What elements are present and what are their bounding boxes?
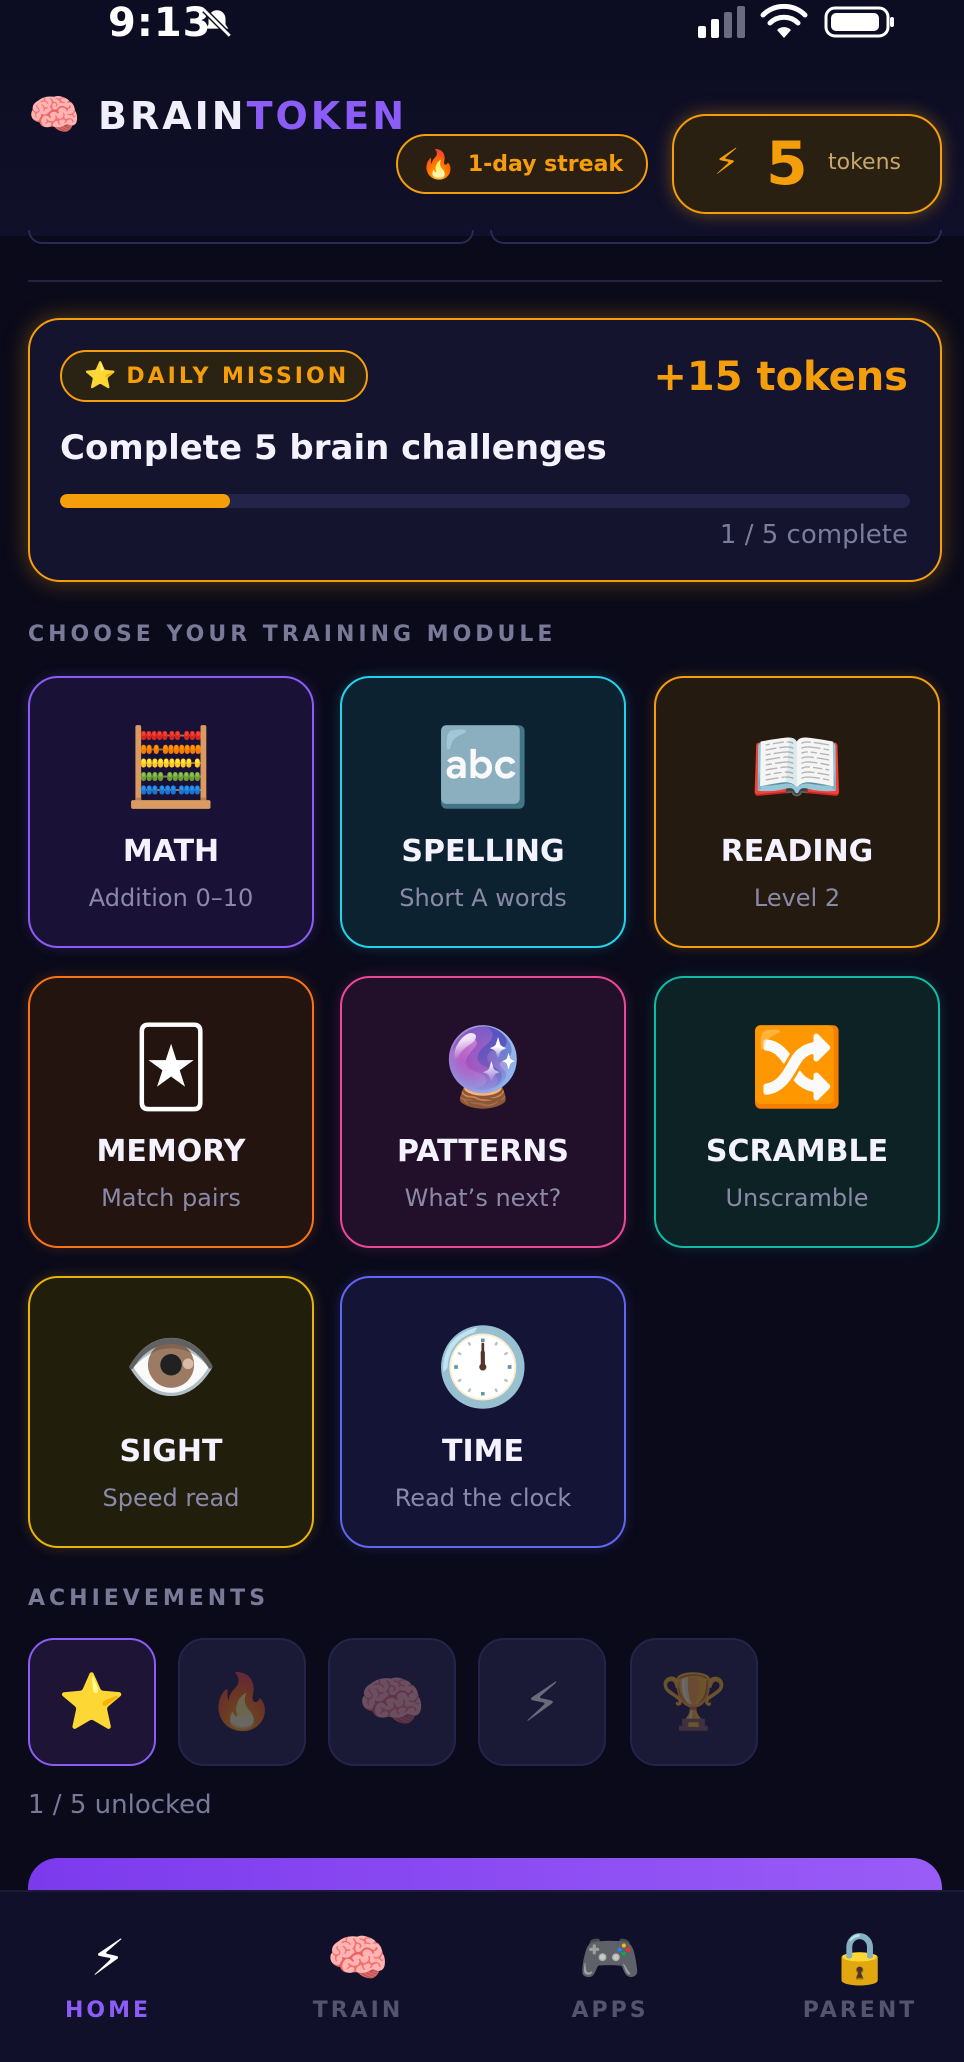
lightning-icon: ⚡: [523, 1670, 561, 1734]
achievements-heading: ACHIEVEMENTS: [28, 1586, 270, 1611]
module-subtitle: Match pairs: [101, 1184, 241, 1212]
logo-text-token: TOKEN: [246, 94, 408, 138]
joker-card-icon: 🃏: [132, 1022, 210, 1111]
tab-label: HOME: [64, 1998, 152, 2023]
cellular-signal-icon: [698, 6, 745, 38]
status-bar: 9:13: [0, 0, 964, 48]
achievement-brain[interactable]: 🧠: [328, 1638, 456, 1766]
clock-icon: 🕛: [435, 1322, 531, 1411]
crystal-ball-icon: 🔮: [435, 1022, 531, 1111]
token-label: tokens: [828, 150, 901, 175]
module-subtitle: Level 2: [753, 884, 841, 912]
open-book-icon: 📖: [749, 722, 845, 811]
brain-icon: 🧠: [358, 1670, 426, 1733]
module-name: SCRAMBLE: [705, 1134, 889, 1169]
streak-label: 1-day streak: [467, 151, 624, 177]
achievement-star[interactable]: ⭐: [28, 1638, 156, 1766]
tab-label: PARENT: [802, 1998, 918, 2023]
module-subtitle: Read the clock: [394, 1484, 572, 1512]
achievement-lightning[interactable]: ⚡: [478, 1638, 606, 1766]
wifi-icon: [760, 4, 808, 38]
eye-icon: 👁️: [123, 1322, 219, 1411]
module-card-time[interactable]: 🕛 TIME Read the clock: [340, 1276, 626, 1548]
bell-muted-icon: [202, 8, 232, 38]
achievement-trophy[interactable]: 🏆: [630, 1638, 758, 1766]
fire-icon: 🔥: [420, 147, 456, 181]
star-icon: ⭐: [58, 1670, 126, 1733]
module-card-memory[interactable]: 🃏 MEMORY Match pairs: [28, 976, 314, 1248]
mission-reward: +15 tokens: [653, 354, 908, 400]
token-balance[interactable]: ⚡ 5 tokens: [672, 114, 942, 214]
module-name: READING: [720, 834, 874, 869]
app-logo: BRAINTOKEN: [98, 92, 407, 140]
shuffle-icon: 🔀: [749, 1022, 845, 1111]
tab-parent[interactable]: 🔒 PARENT: [760, 1928, 960, 2023]
mission-progress-bar: [60, 494, 910, 508]
tab-label: TRAIN: [312, 1998, 404, 2023]
module-name: SIGHT: [119, 1434, 223, 1469]
scrolled-card-edge: [490, 230, 942, 244]
module-name: PATTERNS: [396, 1134, 570, 1169]
scrolled-card-edge: [28, 230, 474, 244]
mission-progress-fill: [60, 494, 230, 508]
fire-icon: 🔥: [208, 1670, 276, 1733]
tab-train[interactable]: 🧠 TRAIN: [258, 1928, 458, 2023]
status-time: 9:13: [108, 0, 212, 46]
abc-icon: 🔤: [435, 722, 531, 811]
lightning-icon: ⚡: [714, 142, 740, 183]
battery-icon: [824, 6, 894, 38]
module-subtitle: Addition 0–10: [88, 884, 254, 912]
streak-badge[interactable]: 🔥 1-day streak: [396, 134, 648, 194]
token-count: 5: [766, 129, 808, 199]
tab-apps[interactable]: 🎮 APPS: [510, 1928, 710, 2023]
tab-label: APPS: [571, 1998, 649, 2023]
game-controller-icon: 🎮: [578, 1929, 642, 1987]
modules-heading: CHOOSE YOUR TRAINING MODULE: [28, 622, 557, 647]
daily-mission-badge: ⭐ DAILY MISSION: [60, 350, 368, 402]
abacus-icon: 🧮: [123, 722, 219, 811]
lightning-icon: ⚡: [90, 1929, 126, 1987]
module-card-patterns[interactable]: 🔮 PATTERNS What’s next?: [340, 976, 626, 1248]
module-card-sight[interactable]: 👁️ SIGHT Speed read: [28, 1276, 314, 1548]
lock-icon: 🔒: [828, 1929, 892, 1987]
brain-logo-icon: 🧠: [28, 90, 81, 139]
star-icon: ⭐: [84, 361, 117, 391]
daily-mission-label: DAILY MISSION: [126, 363, 350, 389]
module-card-reading[interactable]: 📖 READING Level 2: [654, 676, 940, 948]
daily-mission-card[interactable]: ⭐ DAILY MISSION +15 tokens Complete 5 br…: [28, 318, 942, 582]
module-subtitle: What’s next?: [404, 1184, 562, 1212]
logo-text-brain: BRAIN: [98, 94, 247, 138]
module-card-scramble[interactable]: 🔀 SCRAMBLE Unscramble: [654, 976, 940, 1248]
divider: [28, 280, 942, 282]
module-name: MATH: [122, 834, 220, 869]
module-name: SPELLING: [401, 834, 565, 869]
module-subtitle: Unscramble: [725, 1184, 869, 1212]
module-name: TIME: [442, 1434, 524, 1469]
tab-home[interactable]: ⚡ HOME: [8, 1928, 208, 2023]
achievement-fire[interactable]: 🔥: [178, 1638, 306, 1766]
tab-bar: ⚡ HOME 🧠 TRAIN 🎮 APPS 🔒 PARENT: [0, 1890, 964, 2062]
achievements-count: 1 / 5 unlocked: [28, 1790, 212, 1820]
module-subtitle: Speed read: [102, 1484, 240, 1512]
module-name: MEMORY: [96, 1134, 246, 1169]
brain-icon: 🧠: [326, 1929, 390, 1987]
mission-progress-text: 1 / 5 complete: [719, 520, 908, 550]
module-card-math[interactable]: 🧮 MATH Addition 0–10: [28, 676, 314, 948]
trophy-icon: 🏆: [660, 1670, 728, 1733]
module-card-spelling[interactable]: 🔤 SPELLING Short A words: [340, 676, 626, 948]
module-subtitle: Short A words: [399, 884, 567, 912]
mission-title: Complete 5 brain challenges: [60, 428, 607, 468]
